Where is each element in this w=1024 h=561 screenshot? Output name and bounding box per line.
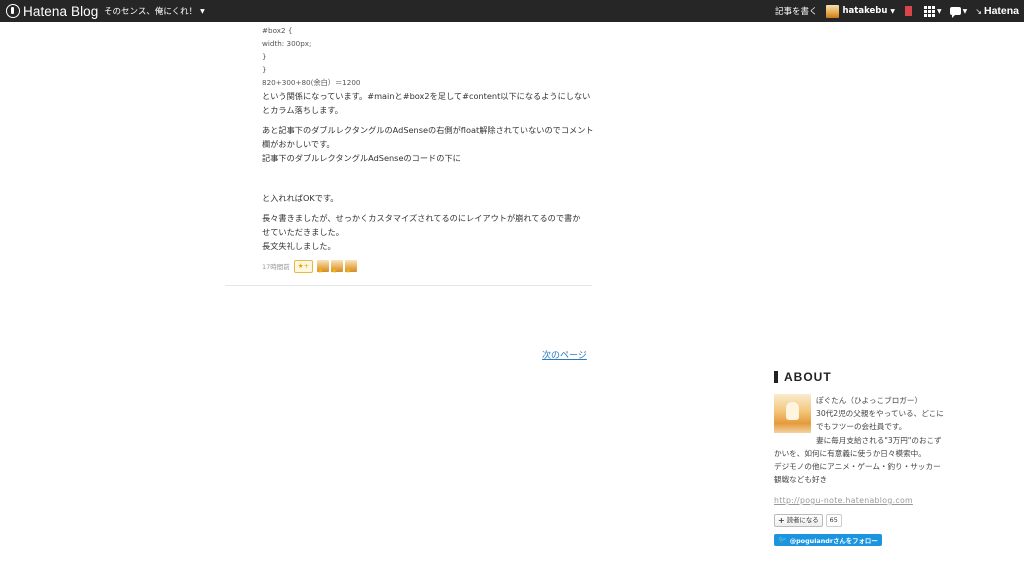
code-line: width: 300px; [262,39,312,48]
code-line: } [262,65,267,74]
twitter-follow-label: @pogulandrさんをフォロー [789,536,878,545]
user-menu[interactable]: hatakebu ▼ [826,4,896,18]
bookmark-icon[interactable] [905,6,913,16]
timestamp[interactable]: 17時間前 [262,261,290,271]
code-line: 820+300+80(余白）＝1200 [262,78,361,87]
comment-icon[interactable] [949,7,961,18]
user-avatar [826,4,840,18]
hatena-logo[interactable]: ↘ Hatena [975,5,1019,17]
blog-url-link[interactable]: http://pogu-note.hatenablog.com [774,496,964,505]
twitter-bird-icon: 🐦 [778,536,787,544]
code-line: } [262,52,267,61]
comment-body: #box2 { width: 300px; } } 820+300+80(余白）… [262,24,596,275]
paragraph: と入れればOKです。 [262,193,339,203]
write-article-link[interactable]: 記事を書く [775,5,818,17]
paragraph: 長々書きましたが、せっかくカスタマイズされてるのにレイアウトが崩れてるので書か … [262,213,581,251]
subscribe-label: 読者になる [786,516,819,524]
star-user-avatar[interactable] [317,260,330,275]
username: hatakebu [842,6,888,16]
reader-row: + 読者になる 65 [774,514,964,527]
about-heading: ABOUT [774,370,964,384]
caret-down-icon[interactable]: ▼ [963,8,968,15]
profile: ぽぐたん（ひよっこブロガー） 30代2児の父親をやっている、どこに でもフツーの… [774,394,964,484]
global-header: Hatena Blog そのセンス、俺にくれ！ ▼ 記事を書く hatakebu… [0,0,1024,22]
about-title: ABOUT [784,370,832,384]
caret-down-icon: ▼ [200,7,205,15]
hatena-mark-icon: ↘ [975,6,982,16]
comment-meta: 17時間前 ★+ [262,259,596,275]
caret-down-icon: ▼ [890,7,896,15]
paragraph: という関係になっています。#mainと#box2を足して#content以下にな… [262,91,591,115]
divider [225,285,592,286]
subscribe-button[interactable]: + 読者になる [774,514,823,527]
code-line: #box2 { [262,26,293,35]
next-page-link[interactable]: 次のページ [542,348,587,361]
blog-title: そのセンス、俺にくれ！ [104,7,198,17]
caret-down-icon[interactable]: ▼ [937,8,942,15]
add-star-button[interactable]: ★+ [293,259,314,273]
reader-count: 65 [825,514,842,527]
header-nav: 記事を書く hatakebu ▼ ▼ ▼ ↘ Hatena [775,0,1024,22]
hatena-blog-logo-icon [6,4,20,18]
plus-icon: + [778,516,785,525]
paragraph: あと記事下のダブルレクタングルのAdSenseの右側がfloat解除されていない… [262,125,594,163]
heading-bar [774,371,778,383]
twitter-follow-button[interactable]: 🐦 @pogulandrさんをフォロー [774,534,882,546]
sidebar-about: ABOUT ぽぐたん（ひよっこブロガー） 30代2児の父親をやっている、どこに … [774,370,964,546]
profile-image[interactable] [774,394,811,433]
blog-title-menu[interactable]: そのセンス、俺にくれ！ ▼ [104,5,205,17]
brand-text: Hatena Blog [23,3,99,19]
star-user-avatar[interactable] [345,260,358,275]
hatena-logo-text: Hatena [983,5,1019,17]
apps-icon[interactable] [924,5,936,17]
hatena-blog-logo[interactable]: Hatena Blog [6,3,98,19]
star-user-avatar[interactable] [331,260,344,275]
